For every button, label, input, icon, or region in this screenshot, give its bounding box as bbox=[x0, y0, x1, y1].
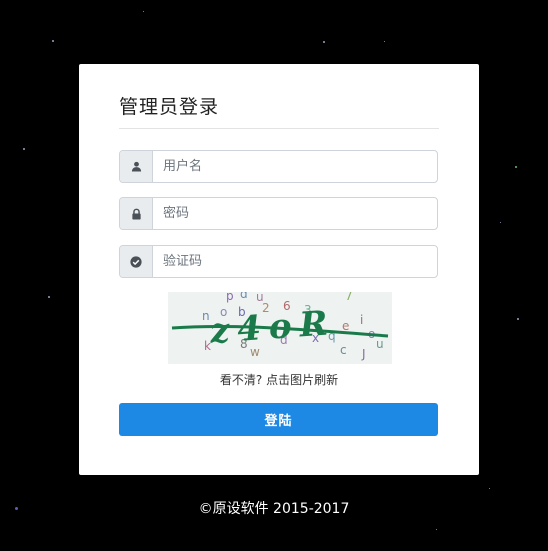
star bbox=[384, 41, 385, 42]
captcha-noise-char: u bbox=[376, 337, 384, 351]
captcha-noise-char: e bbox=[342, 319, 349, 333]
username-field[interactable] bbox=[119, 150, 438, 183]
star bbox=[436, 529, 437, 530]
star bbox=[517, 318, 519, 320]
star bbox=[323, 41, 325, 43]
star bbox=[489, 488, 490, 489]
star bbox=[515, 166, 517, 168]
username-input[interactable] bbox=[153, 151, 437, 182]
login-button[interactable]: 登陆 bbox=[119, 403, 438, 436]
captcha-noise-char: 7 bbox=[345, 292, 353, 303]
captcha-noise-char: c bbox=[340, 343, 347, 357]
captcha-noise-char: i bbox=[360, 313, 363, 327]
copyright: ©原设软件 2015-2017 bbox=[198, 501, 350, 517]
user-icon bbox=[120, 151, 153, 182]
captcha-noise-char: p bbox=[226, 292, 234, 303]
login-title: 管理员登录 bbox=[119, 96, 220, 118]
captcha-image[interactable]: p d u 6 7 b 2 3 k n o 8 d q e x c J w u bbox=[168, 292, 392, 364]
refresh-captcha-link[interactable]: 看不清? 点击图片刷新 bbox=[79, 371, 479, 388]
lock-icon bbox=[120, 198, 153, 229]
login-card: 管理员登录 p d u 6 7 b 2 3 bbox=[79, 64, 479, 475]
title-divider bbox=[119, 128, 439, 129]
password-field[interactable] bbox=[119, 197, 438, 230]
star bbox=[143, 11, 144, 12]
star bbox=[23, 148, 25, 150]
star bbox=[500, 222, 501, 223]
captcha-field[interactable] bbox=[119, 245, 438, 278]
star bbox=[52, 40, 54, 42]
captcha-noise-char: d bbox=[240, 292, 248, 301]
captcha-noise-char: J bbox=[361, 347, 366, 361]
check-circle-icon bbox=[120, 246, 153, 277]
captcha-input[interactable] bbox=[153, 246, 437, 277]
password-input[interactable] bbox=[153, 198, 437, 229]
star bbox=[48, 296, 50, 298]
